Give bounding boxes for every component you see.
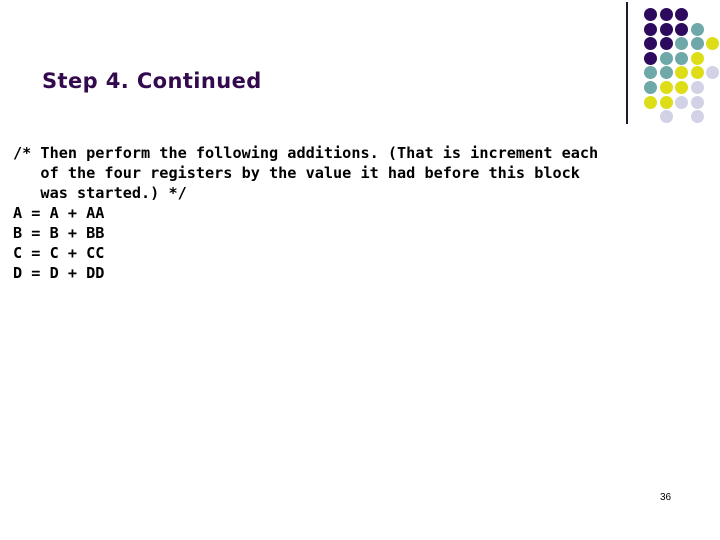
decorative-dot (690, 51, 704, 65)
decorative-dot (675, 51, 688, 65)
decorative-dot (644, 22, 657, 36)
decorative-dot (659, 51, 673, 65)
decorative-dot-cluster (626, 0, 720, 124)
decorative-dot (690, 22, 704, 36)
code-line: was started.) */ (13, 184, 187, 202)
page-title: Step 4. Continued (42, 69, 262, 93)
decorative-dot (675, 66, 688, 80)
decorative-dot (675, 8, 688, 21)
decorative-dot (659, 37, 673, 51)
decorative-dot (706, 66, 719, 80)
code-line: D = D + DD (13, 264, 105, 282)
decorative-dot (644, 51, 657, 65)
decorative-dot (690, 110, 704, 124)
decorative-dot (644, 66, 657, 80)
decorative-dot (659, 110, 673, 124)
decorative-dot (690, 95, 704, 109)
decorative-dot (675, 37, 688, 51)
dot-grid (644, 8, 720, 124)
decorative-dot (675, 81, 688, 94)
decorative-dot (644, 95, 657, 109)
code-block: /* Then perform the following additions.… (13, 143, 598, 283)
decorative-dot (690, 37, 704, 51)
decorative-dot (675, 22, 688, 36)
code-line: /* Then perform the following additions.… (13, 144, 599, 162)
code-line: of the four registers by the value it ha… (13, 164, 580, 182)
slide-canvas: Step 4. Continued /* Then perform the fo… (0, 0, 720, 540)
code-line: B = B + BB (13, 224, 105, 242)
code-line: A = A + AA (13, 204, 105, 222)
decorative-dot (659, 8, 673, 21)
decorative-dot (659, 95, 673, 109)
decorative-dot (659, 81, 673, 94)
decorative-dot (644, 8, 657, 21)
decorative-dot (659, 66, 673, 80)
decorative-dot (675, 95, 688, 109)
decorative-dot (659, 22, 673, 36)
page-number: 36 (660, 492, 672, 503)
vertical-divider-line (626, 2, 628, 124)
decorative-dot (690, 81, 704, 94)
decorative-dot (644, 81, 657, 94)
code-line: C = C + CC (13, 244, 105, 262)
decorative-dot (690, 66, 704, 80)
decorative-dot (644, 37, 657, 51)
decorative-dot (706, 37, 719, 51)
